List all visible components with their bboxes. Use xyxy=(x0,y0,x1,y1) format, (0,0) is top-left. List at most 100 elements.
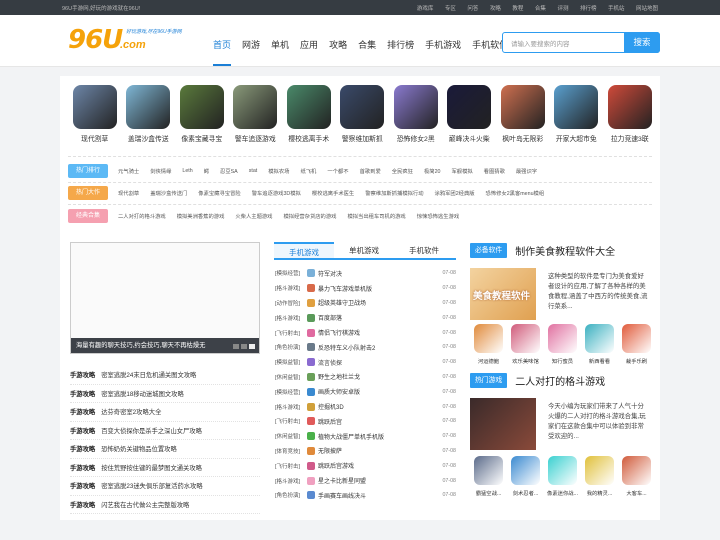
top-link-rankings[interactable]: 排行榜 xyxy=(580,4,597,12)
side-app[interactable]: 像素迷你战... xyxy=(544,456,581,497)
tag-link[interactable]: 涂鸦军团2经典版 xyxy=(435,189,475,197)
guide-row[interactable]: 手游攻略 恐怖奶奶关键物品位置攻略 xyxy=(70,440,260,459)
app-item[interactable]: 像素宝藏寻宝 xyxy=(175,85,229,143)
game-row[interactable]: [格斗游戏] 暴力飞车游戏单机版 07-08 xyxy=(275,281,456,296)
nav-apps[interactable]: 应用 xyxy=(300,38,318,66)
app-item[interactable]: 枫叶岛无限彩 xyxy=(496,85,550,143)
guide-row[interactable]: 手游攻略 达芬奇密室2攻略大全 xyxy=(70,403,260,422)
app-icon[interactable] xyxy=(447,85,492,129)
guide-title[interactable]: 密室逃脱18移动迷城图文攻略 xyxy=(101,389,184,398)
nav-collections[interactable]: 合集 xyxy=(358,38,376,66)
app-item[interactable]: 巅峰决斗火柴 xyxy=(443,85,497,143)
game-row[interactable]: [模拟经营] 符军对决 07-08 xyxy=(275,266,456,281)
tag-link[interactable]: 二人对打的格斗游戏 xyxy=(118,212,166,220)
top-link-qa[interactable]: 问答 xyxy=(467,4,478,12)
game-icon[interactable] xyxy=(307,432,315,441)
guide-category[interactable]: 手游攻略 xyxy=(70,389,95,398)
nav-single-games[interactable]: 单机 xyxy=(271,38,289,66)
game-icon[interactable] xyxy=(307,417,315,426)
side-app-icon[interactable] xyxy=(474,324,503,353)
game-row[interactable]: [体育竞技] 无限披萨 07-08 xyxy=(275,444,456,459)
search-input[interactable]: 请输入要搜索的内容 xyxy=(511,38,570,48)
game-icon[interactable] xyxy=(307,402,315,411)
guide-row[interactable]: 手游攻略 密室逃脱23迷失俱乐部复活药水攻略 xyxy=(70,477,260,496)
tag-link[interactable]: 全民疯狂 xyxy=(392,167,413,175)
guide-category[interactable]: 手游攻略 xyxy=(70,407,95,416)
tag-link[interactable]: 火柴人主题游戏 xyxy=(235,212,272,220)
side-app[interactable]: 大客车... xyxy=(618,456,655,497)
slider-dot[interactable] xyxy=(241,344,247,349)
app-item[interactable]: 樱校逃离手术 xyxy=(282,85,336,143)
game-icon[interactable] xyxy=(307,328,315,337)
guide-category[interactable]: 手游攻略 xyxy=(70,500,95,509)
guide-row[interactable]: 手游攻略 密室逃脱18移动迷城图文攻略 xyxy=(70,385,260,403)
guide-title[interactable]: 密室逃脱24末日危机通关图文攻略 xyxy=(101,370,196,379)
guide-title[interactable]: 闪艺我在古代做公主完整版攻略 xyxy=(101,500,189,509)
nav-rankings[interactable]: 排行榜 xyxy=(387,38,414,66)
top-link-games[interactable]: 游戏库 xyxy=(417,4,434,12)
app-item[interactable]: 现代割草 xyxy=(68,85,122,143)
side-app-icon[interactable] xyxy=(474,456,503,485)
game-row[interactable]: [格斗游戏] 星之卡比新星同盟 07-08 xyxy=(275,473,456,488)
app-icon[interactable] xyxy=(607,85,652,129)
image-slider[interactable]: 海量有趣的聊天技巧,约会技巧,聊天不再枯燥无 xyxy=(70,242,260,354)
game-name[interactable]: 超级英雄守卫战场 xyxy=(318,298,442,307)
guide-category[interactable]: 手游攻略 xyxy=(70,370,95,379)
top-link-sitemap[interactable]: 网站地图 xyxy=(636,4,658,12)
game-icon[interactable] xyxy=(307,313,315,322)
tag-link[interactable]: 首歌到爱 xyxy=(360,167,381,175)
game-name[interactable]: 跳跃后宫 xyxy=(318,417,442,426)
tag-link[interactable]: 警察维加斯抓捕模拟行动 xyxy=(365,189,423,197)
side-app[interactable]: 欢乐美味馆 xyxy=(507,324,544,365)
top-link-zones[interactable]: 专区 xyxy=(445,4,456,12)
game-row[interactable]: [角色扮演] 手画赛车画线决斗 07-08 xyxy=(275,488,456,503)
tag-link[interactable]: 警车追逐游戏3D模拟 xyxy=(252,189,301,197)
app-icon[interactable] xyxy=(393,85,438,129)
tag-link[interactable]: 元气骑士 xyxy=(118,167,139,175)
guide-category[interactable]: 手游攻略 xyxy=(70,444,95,453)
tag-link[interactable]: 模拟美洲香蕉的游戏 xyxy=(177,212,225,220)
game-row[interactable]: [模拟经营] 画质大师安卓版 07-08 xyxy=(275,384,456,399)
app-icon[interactable] xyxy=(554,85,599,129)
tag-link[interactable]: 剑侠情缘 xyxy=(150,167,171,175)
tag-link[interactable]: 鳄 xyxy=(204,167,209,175)
game-icon[interactable] xyxy=(307,298,315,307)
game-name[interactable]: 无限披萨 xyxy=(318,446,442,455)
guide-title[interactable]: 达芬奇密室2攻略大全 xyxy=(101,407,161,416)
top-link-reviews[interactable]: 评测 xyxy=(557,4,568,12)
game-row[interactable]: [飞行射击] 跳跃后宫游戏 07-08 xyxy=(275,458,456,473)
tag-link[interactable]: 现代割草 xyxy=(118,189,139,197)
game-row[interactable]: [格斗游戏] 控掘机3D 07-08 xyxy=(275,399,456,414)
app-item[interactable]: 警察维加斯抓 xyxy=(336,85,390,143)
tag-link[interactable]: stat xyxy=(249,168,258,174)
section-title[interactable]: 制作美食教程软件大全 xyxy=(515,243,615,258)
app-icon[interactable] xyxy=(72,85,117,129)
guide-row[interactable]: 手游攻略 闪艺我在古代做公主完整版攻略 xyxy=(70,496,260,514)
guide-title[interactable]: 百变大侦探你是杀手之深山女尸攻略 xyxy=(101,426,202,435)
tag-link[interactable]: 极简20 xyxy=(424,167,441,175)
side-app[interactable]: 我的精灵... xyxy=(581,456,618,497)
tag-link[interactable]: 恐怖修女2黑客menu模组 xyxy=(486,189,545,197)
app-icon[interactable] xyxy=(340,85,385,129)
tab-mobile-games[interactable]: 手机游戏 xyxy=(274,242,334,258)
tag-link[interactable]: 盖瑞沙盒传送门 xyxy=(150,189,187,197)
game-row[interactable]: [休闲益智] 植物大战僵尸单机手机版 07-08 xyxy=(275,429,456,444)
tag-link[interactable]: 最强识字 xyxy=(516,167,537,175)
site-logo[interactable]: 96U .com 好玩游戏,尽在96U手游网 xyxy=(68,25,188,59)
game-row[interactable]: [飞行射击] 跳跃后宫 07-08 xyxy=(275,414,456,429)
section-title[interactable]: 二人对打的格斗游戏 xyxy=(515,373,605,388)
game-name[interactable]: 跳跃后宫游戏 xyxy=(318,461,442,470)
tag-link[interactable]: 忍豆SA xyxy=(220,167,238,175)
game-icon[interactable] xyxy=(307,387,315,396)
side-app-icon[interactable] xyxy=(511,456,540,485)
game-row[interactable]: [飞行射击] 情侣飞行棋游戏 07-08 xyxy=(275,325,456,340)
guide-title[interactable]: 密室逃脱23迷失俱乐部复活药水攻略 xyxy=(101,481,202,490)
app-icon[interactable] xyxy=(126,85,171,129)
side-app-icon[interactable] xyxy=(511,324,540,353)
nav-online-games[interactable]: 网游 xyxy=(242,38,260,66)
game-icon[interactable] xyxy=(307,358,315,367)
game-icon[interactable] xyxy=(307,446,315,455)
app-item[interactable]: 开家大超市免 xyxy=(550,85,604,143)
app-icon[interactable] xyxy=(286,85,331,129)
top-link-guides[interactable]: 攻略 xyxy=(490,4,501,12)
